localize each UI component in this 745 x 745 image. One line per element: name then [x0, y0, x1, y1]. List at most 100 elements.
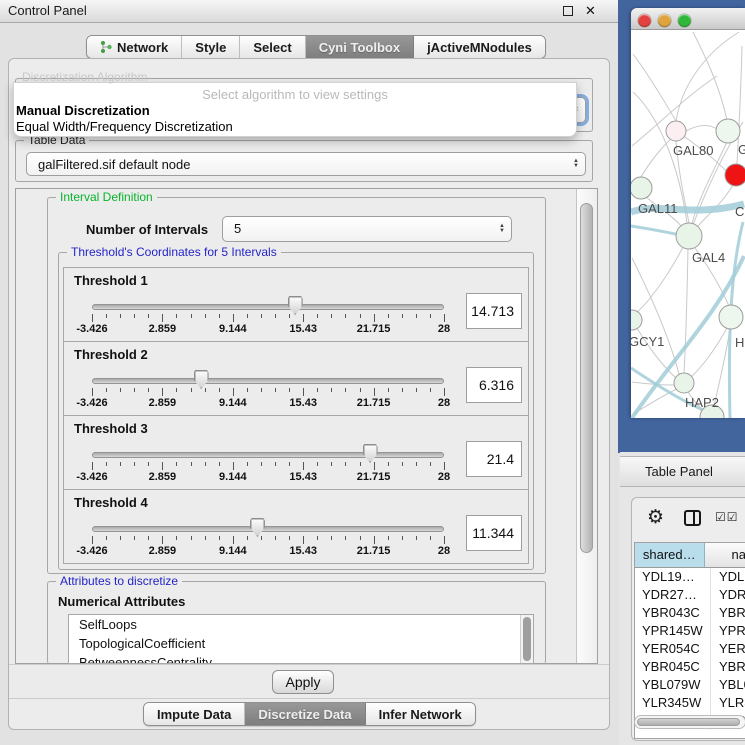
slider-thumb[interactable] [194, 370, 209, 389]
table-row[interactable]: YBR043CYBR04 [635, 604, 745, 622]
column-layout-icon[interactable] [684, 510, 701, 526]
tick-mark [191, 536, 192, 540]
slider-track[interactable] [92, 452, 444, 458]
table-data-combobox[interactable]: galFiltered.sif default node ▲▼ [26, 152, 586, 176]
attributes-scrollbar[interactable] [520, 615, 533, 663]
network-graph[interactable]: GAL80GAGAL11CGAL4GCY1HHAP2 [631, 30, 745, 418]
tab-style[interactable]: Style [181, 36, 239, 58]
tab-discretize-data[interactable]: Discretize Data [244, 703, 364, 725]
tick-label: 28 [438, 471, 450, 483]
tick-label: 2.859 [149, 323, 177, 335]
numerical-attributes-list[interactable]: SelfLoopsTopologicalCoefficientBetweenne… [68, 614, 534, 664]
threshold-slider[interactable]: -3.4262.8599.14415.4321.71528 [92, 342, 444, 417]
attribute-list-item[interactable]: TopologicalCoefficient [69, 634, 533, 653]
float-window-icon[interactable] [563, 6, 573, 16]
table-row[interactable]: YDL19…YDL19 [635, 568, 745, 586]
table-row[interactable]: YER054CYER05 [635, 640, 745, 658]
node-red[interactable] [725, 164, 745, 186]
slider-track[interactable] [92, 526, 444, 532]
tick-mark [219, 388, 220, 392]
network-canvas[interactable]: GAL80GAGAL11CGAL4GCY1HHAP2 [631, 30, 745, 418]
tab-impute-data[interactable]: Impute Data [144, 703, 244, 725]
threshold-slider[interactable]: -3.4262.8599.14415.4321.71528 [92, 268, 444, 343]
node-attribute-table[interactable]: shared… na YDL19…YDL19YDR27…YDR27YBR043C… [634, 542, 745, 739]
apply-button[interactable]: Apply [272, 670, 334, 694]
table-horizontal-scrollbar[interactable] [634, 715, 745, 729]
tab-cyni-toolbox[interactable]: Cyni Toolbox [305, 36, 413, 58]
slider-track[interactable] [92, 378, 444, 384]
tab-label: Impute Data [157, 707, 231, 722]
column-header-name[interactable]: na [705, 543, 745, 567]
select-columns-icon[interactable]: ☑☑ [715, 510, 739, 524]
slider-thumb[interactable] [288, 296, 303, 315]
table-row[interactable]: YBL079WYBL07 [635, 676, 745, 694]
column-header-shared-name[interactable]: shared… [635, 543, 705, 567]
close-icon[interactable]: ✕ [585, 3, 596, 19]
tick-label: 9.144 [219, 397, 247, 409]
interval-definition-group: Interval Definition Number of Intervals … [47, 197, 546, 574]
table-data-group: Table Data galFiltered.sif default node … [15, 140, 593, 182]
node-gal4[interactable] [676, 223, 702, 249]
tab-jactivemnodules[interactable]: jActiveMNodules [413, 36, 545, 58]
tick-mark [261, 536, 262, 540]
tick-label: 21.715 [357, 323, 391, 335]
network-window-titlebar[interactable] [631, 8, 745, 30]
tick-mark [176, 536, 177, 540]
tick-mark [92, 388, 93, 396]
slider-track[interactable] [92, 304, 444, 310]
minimize-traffic-light[interactable] [658, 14, 671, 27]
tab-network[interactable]: Network [87, 36, 181, 58]
threshold-value-field[interactable]: 14.713 [466, 293, 522, 329]
combo-stepper-icon[interactable]: ▲▼ [573, 159, 579, 169]
attribute-list-item[interactable]: BetweennessCentrality [69, 653, 533, 664]
tick-mark [219, 536, 220, 540]
tick-mark [402, 314, 403, 318]
node-hap2[interactable] [674, 373, 694, 393]
tab-select[interactable]: Select [239, 36, 304, 58]
combo-stepper-icon[interactable]: ▲▼ [499, 224, 505, 234]
tick-mark [402, 462, 403, 466]
tick-mark [303, 314, 304, 322]
settings-scrollbar-thumb[interactable] [580, 203, 593, 553]
node-gal80[interactable] [666, 121, 686, 141]
tick-mark [176, 388, 177, 392]
table-row[interactable]: YPR145WYPR14 [635, 622, 745, 640]
cell-name: YBR04 [711, 658, 745, 676]
gear-icon[interactable]: ⚙ [647, 506, 664, 529]
cell-shared-name: YBL079W [635, 676, 711, 694]
threshold-slider[interactable]: -3.4262.8599.14415.4321.71528 [92, 490, 444, 565]
popup-item-equal-width-frequency[interactable]: Equal Width/Frequency Discretization [16, 119, 233, 134]
tick-mark [430, 462, 431, 466]
popup-placeholder: Select algorithm to view settings [14, 87, 576, 102]
tick-label: -3.426 [76, 471, 107, 483]
node-top-right[interactable] [716, 119, 740, 143]
threshold-value-field[interactable]: 21.4 [466, 441, 522, 477]
tick-label: 28 [438, 397, 450, 409]
node-label-gcy1: GCY1 [631, 334, 664, 349]
threshold-value-field[interactable]: 6.316 [466, 367, 522, 403]
slider-thumb[interactable] [250, 518, 265, 537]
table-row[interactable]: YLR345WYLR34 [635, 694, 745, 712]
tab-infer-network[interactable]: Infer Network [365, 703, 475, 725]
node-gcy1[interactable] [631, 310, 642, 330]
table-row[interactable]: YBR045CYBR04 [635, 658, 745, 676]
settings-vertical-scrollbar[interactable] [576, 189, 597, 663]
close-traffic-light[interactable] [638, 14, 651, 27]
table-body: YDL19…YDL19YDR27…YDR27YBR043CYBR04YPR145… [635, 568, 745, 730]
table-hscrollbar-thumb[interactable] [637, 718, 740, 726]
slider-thumb[interactable] [363, 444, 378, 463]
tick-mark [120, 462, 121, 466]
zoom-traffic-light[interactable] [678, 14, 691, 27]
node-left[interactable] [631, 177, 652, 199]
popup-item-manual-discretization[interactable]: Manual Discretization [16, 103, 150, 118]
attribute-list-item[interactable]: SelfLoops [69, 615, 533, 634]
attributes-scrollbar-thumb[interactable] [523, 617, 531, 661]
threshold-value-field[interactable]: 11.344 [466, 515, 522, 551]
table-row[interactable]: YDR27…YDR27 [635, 586, 745, 604]
threshold-card-list: Threshold 1 -3.4262.8599.14415.4321.7152… [63, 268, 529, 564]
node-right[interactable] [719, 305, 743, 329]
tick-mark [360, 462, 361, 466]
threshold-slider[interactable]: -3.4262.8599.14415.4321.71528 [92, 416, 444, 491]
number-of-intervals-combobox[interactable]: 5 ▲▼ [222, 216, 512, 242]
cell-name: YBL07 [711, 676, 745, 694]
